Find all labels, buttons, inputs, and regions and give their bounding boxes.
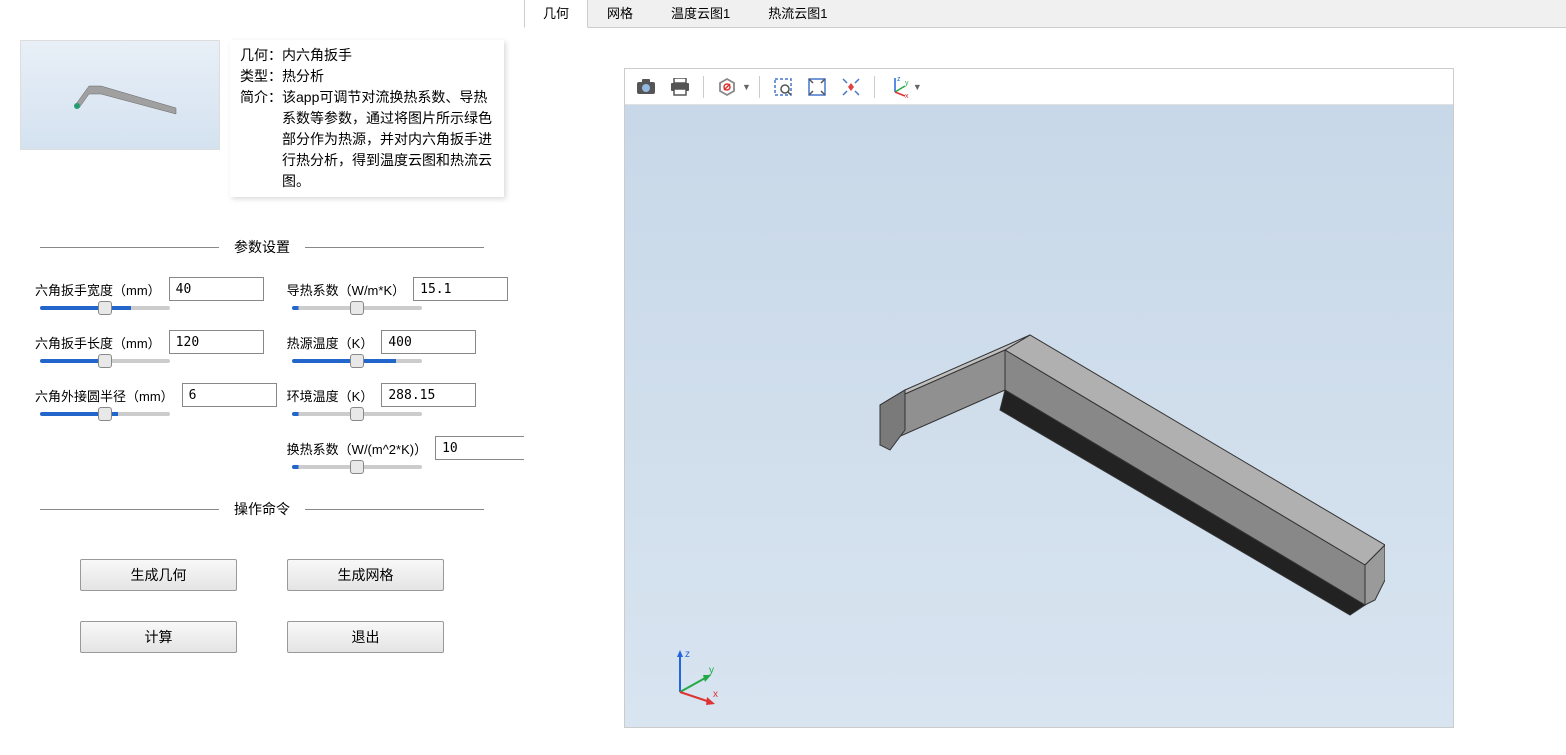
param-heat-transfer-slider[interactable] [292, 465, 422, 469]
toolbar-separator [759, 76, 760, 98]
param-label: 换热系数（W/(m^2*K)） [287, 439, 427, 458]
commands-section-header: 操作命令 [40, 499, 484, 519]
generate-mesh-button[interactable]: 生成网格 [287, 559, 444, 591]
header-row: 几何：内六角扳手 类型：热分析 简介：该app可调节对流换热系数、导热系数等参数… [0, 0, 524, 207]
geometry-label: 几何： [240, 45, 282, 66]
summary-value: 该app可调节对流换热系数、导热系数等参数，通过将图片所示绿色部分作为热源，并对… [282, 87, 494, 192]
svg-text:y: y [905, 80, 909, 87]
tab-temperature[interactable]: 温度云图1 [652, 0, 749, 27]
param-length: 六角扳手长度（mm） [35, 330, 277, 363]
type-value: 热分析 [282, 66, 324, 87]
axes-triad: z y x [665, 647, 725, 707]
svg-text:z: z [897, 76, 901, 83]
viewport: ▼ z y x ▼ [624, 68, 1454, 728]
canvas-3d[interactable]: z y x [625, 105, 1453, 727]
compute-button[interactable]: 计算 [80, 621, 237, 653]
geometry-value: 内六角扳手 [282, 45, 352, 66]
dropdown-icon[interactable]: ▼ [742, 82, 751, 92]
param-width: 六角扳手宽度（mm） [35, 277, 277, 310]
param-length-slider[interactable] [40, 359, 170, 363]
params-section-header: 参数设置 [40, 237, 484, 257]
svg-text:z: z [685, 649, 690, 660]
param-ambient-temp-slider[interactable] [292, 412, 422, 416]
reset-view-icon[interactable] [712, 73, 742, 101]
wrench-model [745, 235, 1385, 655]
param-conductivity-input[interactable] [413, 277, 508, 301]
tabs-bar: 几何 网格 温度云图1 热流云图1 [524, 0, 1566, 28]
param-heat-transfer-input[interactable] [435, 436, 524, 460]
param-width-input[interactable] [169, 277, 264, 301]
zoom-selection-icon[interactable] [836, 73, 866, 101]
params-grid: 六角扳手宽度（mm） 导热系数（W/m*K） 六角扳手长度（mm） 热源温度（K… [0, 277, 524, 469]
param-ambient-temp: 环境温度（K） [287, 383, 524, 416]
svg-text:x: x [713, 689, 718, 700]
param-radius-input[interactable] [182, 383, 277, 407]
print-icon[interactable] [665, 73, 695, 101]
param-length-input[interactable] [169, 330, 264, 354]
summary-label: 简介： [240, 87, 282, 192]
dropdown-icon[interactable]: ▼ [913, 82, 922, 92]
zoom-box-icon[interactable] [768, 73, 798, 101]
param-label: 热源温度（K） [287, 333, 374, 352]
param-source-temp: 热源温度（K） [287, 330, 524, 363]
param-label: 六角外接圆半径（mm） [35, 386, 174, 405]
tab-mesh[interactable]: 网格 [588, 0, 652, 27]
param-radius: 六角外接圆半径（mm） [35, 383, 277, 416]
param-conductivity: 导热系数（W/m*K） [287, 277, 524, 310]
commands-grid: 生成几何 生成网格 计算 退出 [0, 539, 524, 673]
left-panel: 几何：内六角扳手 类型：热分析 简介：该app可调节对流换热系数、导热系数等参数… [0, 0, 524, 755]
tab-heatflux[interactable]: 热流云图1 [749, 0, 846, 27]
toolbar-separator [874, 76, 875, 98]
viewport-wrap: ▼ z y x ▼ [524, 28, 1566, 755]
axes-icon[interactable]: z y x [883, 73, 913, 101]
param-label: 导热系数（W/m*K） [287, 280, 405, 299]
svg-text:y: y [709, 665, 714, 676]
svg-text:x: x [905, 93, 909, 98]
toolbar-separator [703, 76, 704, 98]
param-source-temp-input[interactable] [381, 330, 476, 354]
param-ambient-temp-input[interactable] [381, 383, 476, 407]
param-radius-slider[interactable] [40, 412, 170, 416]
type-label: 类型： [240, 66, 282, 87]
param-conductivity-slider[interactable] [292, 306, 422, 310]
param-label: 六角扳手长度（mm） [35, 333, 161, 352]
param-width-slider[interactable] [40, 306, 170, 310]
geometry-thumbnail [20, 40, 220, 150]
tab-geometry[interactable]: 几何 [524, 0, 588, 28]
param-label: 六角扳手宽度（mm） [35, 280, 161, 299]
param-label: 环境温度（K） [287, 386, 374, 405]
generate-geometry-button[interactable]: 生成几何 [80, 559, 237, 591]
info-box: 几何：内六角扳手 类型：热分析 简介：该app可调节对流换热系数、导热系数等参数… [230, 40, 504, 197]
camera-icon[interactable] [631, 73, 661, 101]
exit-button[interactable]: 退出 [287, 621, 444, 653]
param-heat-transfer: 换热系数（W/(m^2*K)） [287, 436, 524, 469]
right-panel: 几何 网格 温度云图1 热流云图1 ▼ [524, 0, 1566, 755]
param-source-temp-slider[interactable] [292, 359, 422, 363]
zoom-extents-icon[interactable] [802, 73, 832, 101]
viewport-toolbar: ▼ z y x ▼ [625, 69, 1453, 105]
